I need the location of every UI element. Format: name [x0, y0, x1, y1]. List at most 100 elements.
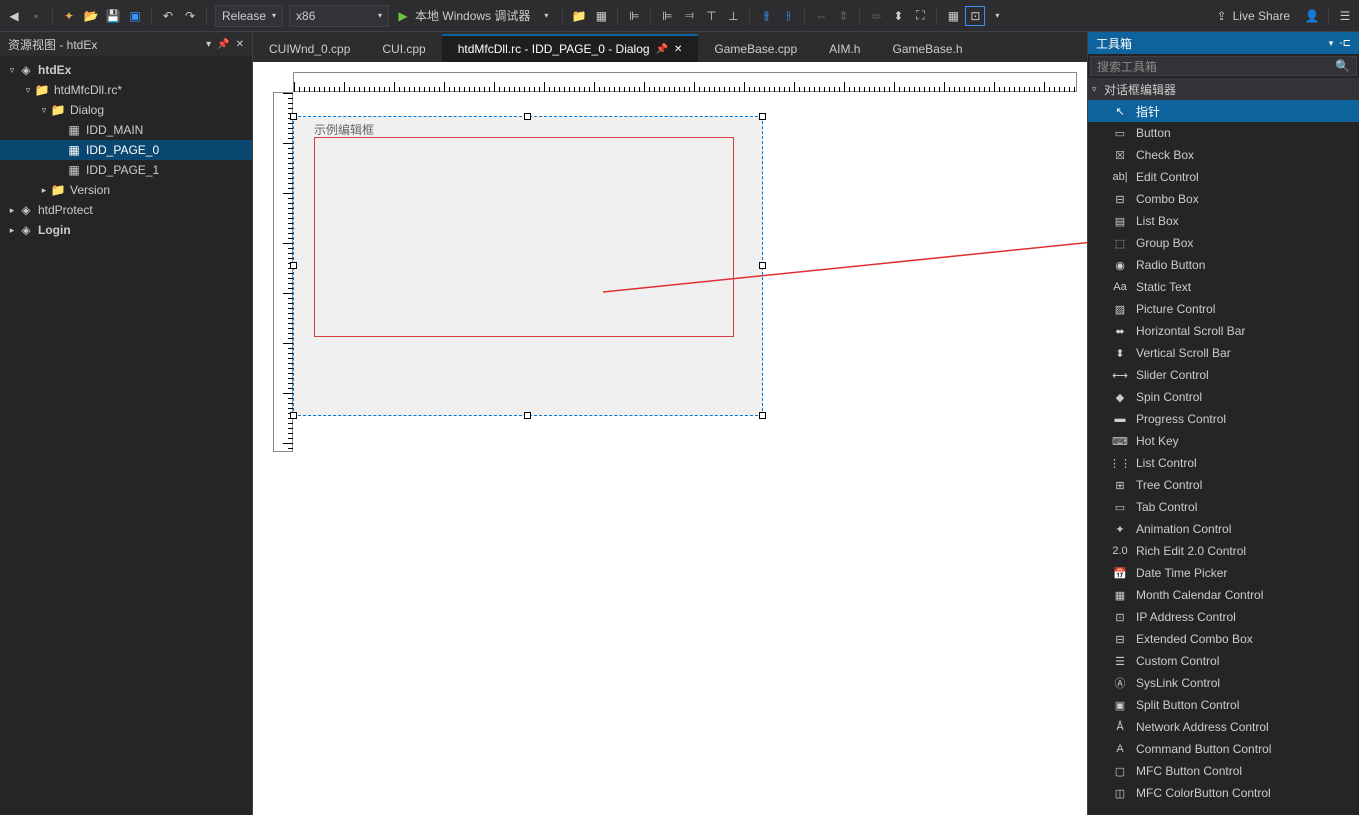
toolbox-search[interactable]: 搜索工具箱 🔍 — [1090, 56, 1357, 76]
toolbox-item[interactable]: ☰Custom Control — [1088, 650, 1359, 672]
toolbox-item[interactable]: ✦Animation Control — [1088, 518, 1359, 540]
same-h-icon[interactable]: ⬍ — [888, 6, 908, 26]
close-icon[interactable]: ✕ — [674, 44, 682, 55]
user-icon[interactable]: 👤 — [1302, 6, 1322, 26]
save-icon[interactable]: 💾 — [103, 6, 123, 26]
close-icon[interactable]: ✕ — [236, 39, 244, 50]
toolbox-item[interactable]: ▨Picture Control — [1088, 298, 1359, 320]
align-right-icon[interactable]: ⫤ — [679, 6, 699, 26]
tree-item[interactable]: ▦IDD_PAGE_0 — [0, 140, 252, 160]
resize-handle[interactable] — [524, 412, 531, 419]
panel-dd-icon[interactable]: ▾ — [206, 39, 211, 50]
resize-handle[interactable] — [290, 113, 297, 120]
toolbox-item[interactable]: ▬Progress Control — [1088, 408, 1359, 430]
toolbox-item[interactable]: ⬌Horizontal Scroll Bar — [1088, 320, 1359, 342]
toolbox-item[interactable]: ⒶSysLink Control — [1088, 672, 1359, 694]
debug-button[interactable]: 本地 Windows 调试器 — [415, 7, 530, 24]
open-icon[interactable]: 📂 — [81, 6, 101, 26]
redo-icon[interactable]: ↷ — [180, 6, 200, 26]
dd2-icon[interactable]: ▾ — [987, 6, 1007, 26]
debug-dd-icon[interactable]: ▾ — [536, 6, 556, 26]
new-file-icon[interactable]: ✦ — [59, 6, 79, 26]
toolbox-item[interactable]: ☒Check Box — [1088, 144, 1359, 166]
tree-item[interactable]: ▿◈htdEx — [0, 60, 252, 80]
same-size-icon[interactable]: ⛶ — [910, 6, 930, 26]
pin-icon[interactable]: 📌 — [217, 39, 229, 50]
same-w-icon[interactable]: ⬄ — [866, 6, 886, 26]
nav-back-icon[interactable]: ◀ — [4, 6, 24, 26]
toolbox-item[interactable]: ÅNetwork Address Control — [1088, 716, 1359, 738]
toolbox-item[interactable]: ▦Month Calendar Control — [1088, 584, 1359, 606]
toolbox-item[interactable]: ⟷Slider Control — [1088, 364, 1359, 386]
align-top-icon[interactable]: ⊤ — [701, 6, 721, 26]
manage-icon[interactable]: ☰ — [1335, 6, 1355, 26]
tree-item[interactable]: ▸◈htdProtect — [0, 200, 252, 220]
toolbox-item[interactable]: ◆Spin Control — [1088, 386, 1359, 408]
toolbox-item[interactable]: AaStatic Text — [1088, 276, 1359, 298]
toolbox-item[interactable]: ⬚Group Box — [1088, 232, 1359, 254]
toolbox-item[interactable]: ⬍Vertical Scroll Bar — [1088, 342, 1359, 364]
folder-icon[interactable]: 📁 — [569, 6, 589, 26]
align1-icon[interactable]: ⊫ — [624, 6, 644, 26]
platform-dropdown[interactable]: x86▾ — [289, 5, 389, 27]
tree-item[interactable]: ▸📁Version — [0, 180, 252, 200]
grid-toggle-icon[interactable]: ▦ — [943, 6, 963, 26]
nav-fwd-icon[interactable]: ▪ — [26, 6, 46, 26]
resize-handle[interactable] — [759, 113, 766, 120]
play-icon[interactable]: ▶ — [393, 6, 413, 26]
toolbox-item[interactable]: ▭Tab Control — [1088, 496, 1359, 518]
align-bottom-icon[interactable]: ⊥ — [723, 6, 743, 26]
toolbox-item[interactable]: ⌨Hot Key — [1088, 430, 1359, 452]
live-share-button[interactable]: ⇪ Live Share — [1207, 9, 1300, 23]
guides-icon[interactable]: ⊡ — [965, 6, 985, 26]
space-h-icon[interactable]: ⇔ — [811, 6, 831, 26]
undo-icon[interactable]: ↶ — [158, 6, 178, 26]
tree-item[interactable]: ▸◈Login — [0, 220, 252, 240]
toolbox-item[interactable]: ▤List Box — [1088, 210, 1359, 232]
center-v-icon[interactable]: ⫲ — [778, 6, 798, 26]
panel-dd-icon[interactable]: ▾ — [1329, 38, 1334, 49]
pin-icon[interactable]: -⊏ — [1339, 38, 1351, 49]
tree-item[interactable]: ▿📁htdMfcDll.rc* — [0, 80, 252, 100]
resize-handle[interactable] — [759, 412, 766, 419]
toolbox-item[interactable]: ⊞Tree Control — [1088, 474, 1359, 496]
toolbox-item[interactable]: ⊟Combo Box — [1088, 188, 1359, 210]
toolbox-item[interactable]: 2.0Rich Edit 2.0 Control — [1088, 540, 1359, 562]
toolbox-item[interactable]: ↖指针 — [1088, 100, 1359, 122]
save-all-icon[interactable]: ▣ — [125, 6, 145, 26]
resize-handle[interactable] — [524, 113, 531, 120]
tree-item[interactable]: ▦IDD_MAIN — [0, 120, 252, 140]
align-left-icon[interactable]: ⊫ — [657, 6, 677, 26]
editor-tab[interactable]: CUIWnd_0.cpp — [253, 36, 366, 62]
toolbox-item[interactable]: ◉Radio Button — [1088, 254, 1359, 276]
dialog-designer[interactable]: 示例编辑框 — [253, 62, 1087, 815]
toolbox-item[interactable]: ◫MFC ColorButton Control — [1088, 782, 1359, 804]
space-v-icon[interactable]: ⇕ — [833, 6, 853, 26]
editor-tab[interactable]: CUI.cpp — [366, 36, 441, 62]
toolbox-item[interactable]: ▢MFC Button Control — [1088, 760, 1359, 782]
toolbox-category-header[interactable]: ▿ 对话框编辑器 — [1088, 78, 1359, 100]
toolbox-item[interactable]: ACommand Button Control — [1088, 738, 1359, 760]
toolbox-item[interactable]: ⊟Extended Combo Box — [1088, 628, 1359, 650]
editor-tab[interactable]: GameBase.h — [876, 36, 978, 62]
toolbox-item[interactable]: ▣Split Button Control — [1088, 694, 1359, 716]
toolbox-item[interactable]: ⊡IP Address Control — [1088, 606, 1359, 628]
toolbox-item[interactable]: 📅Date Time Picker — [1088, 562, 1359, 584]
grid-icon[interactable]: ▦ — [591, 6, 611, 26]
pin-icon[interactable]: 📌 — [656, 44, 668, 55]
tree-item[interactable]: ▿📁Dialog — [0, 100, 252, 120]
config-dropdown[interactable]: Release▾ — [215, 5, 283, 27]
tree-item[interactable]: ▦IDD_PAGE_1 — [0, 160, 252, 180]
toolbox-item[interactable]: ab|Edit Control — [1088, 166, 1359, 188]
edit-control-box[interactable] — [314, 137, 734, 337]
editor-tab[interactable]: htdMfcDll.rc - IDD_PAGE_0 - Dialog📌✕ — [442, 34, 699, 62]
toolbox-item[interactable]: ⋮⋮List Control — [1088, 452, 1359, 474]
dialog-canvas[interactable]: 示例编辑框 — [293, 116, 763, 416]
editor-tab[interactable]: AIM.h — [813, 36, 876, 62]
resize-handle[interactable] — [290, 412, 297, 419]
editor-tab[interactable]: GameBase.cpp — [698, 36, 813, 62]
toolbox-item[interactable]: ▭Button — [1088, 122, 1359, 144]
resize-handle[interactable] — [759, 262, 766, 269]
center-h-icon[interactable]: ⫵ — [756, 6, 776, 26]
resize-handle[interactable] — [290, 262, 297, 269]
